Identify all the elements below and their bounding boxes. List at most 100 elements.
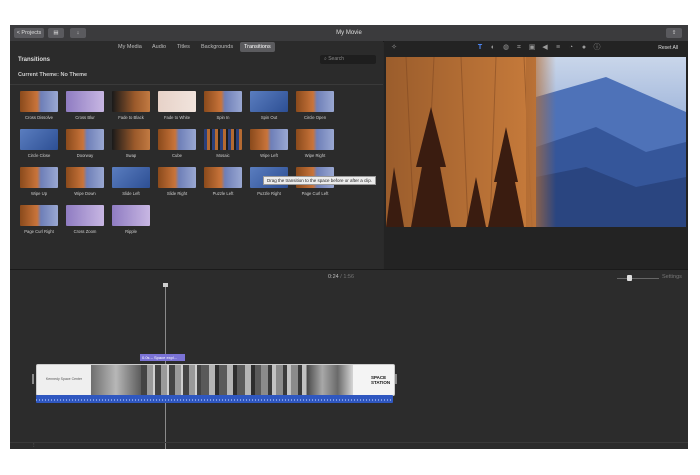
- zoom-slider-knob[interactable]: [627, 275, 633, 281]
- clip-frame: [201, 365, 261, 395]
- info-icon[interactable]: ⓘ: [593, 44, 601, 52]
- volume-icon[interactable]: ◀: [541, 44, 549, 52]
- transition-thumbnail: [66, 205, 104, 226]
- zoom-slider-track[interactable]: [617, 278, 659, 279]
- clip-frame: [141, 365, 201, 395]
- transition-thumbnail: [250, 91, 288, 112]
- transition-tile[interactable]: Cube: [156, 129, 198, 158]
- search-icon: ⌕: [324, 56, 327, 62]
- color-balance-icon[interactable]: ◐: [489, 44, 497, 52]
- tab-audio[interactable]: Audio: [152, 42, 166, 52]
- magic-wand-icon[interactable]: ✧: [390, 44, 398, 52]
- transition-tile[interactable]: Page Curl Right: [18, 205, 60, 234]
- transition-thumbnail: [20, 129, 58, 150]
- transition-tile[interactable]: Mosaic: [202, 129, 244, 158]
- transition-tile[interactable]: Circle Open: [294, 91, 336, 120]
- transition-label: Cross Blur: [75, 115, 95, 120]
- timecode: 0:24 / 1:56: [328, 274, 355, 280]
- transition-label: Wipe Left: [260, 153, 278, 158]
- transition-tile[interactable]: Puzzle Left: [202, 167, 244, 196]
- transition-label: Puzzle Left: [212, 191, 234, 196]
- timeline-footer: ⫶: [10, 442, 688, 449]
- audio-waveform[interactable]: [36, 395, 393, 403]
- search-input[interactable]: ⌕ Search: [320, 55, 376, 64]
- transition-label: Wipe Up: [30, 191, 48, 196]
- transition-tile[interactable]: Wipe Down: [64, 167, 106, 196]
- title-tool-icon[interactable]: T: [476, 44, 484, 52]
- tab-my-media[interactable]: My Media: [118, 42, 142, 52]
- reset-all-button[interactable]: Reset All: [658, 44, 678, 52]
- transition-tile[interactable]: Wipe Left: [248, 129, 290, 158]
- transition-tile[interactable]: Slide Left: [110, 167, 152, 196]
- transition-tile[interactable]: Swap: [110, 129, 152, 158]
- transition-tile[interactable]: Fade to White: [156, 91, 198, 120]
- transition-tile[interactable]: Cross Blur: [64, 91, 106, 120]
- video-clip[interactable]: Kennedy Space Center SPACE STATION: [36, 364, 395, 396]
- transition-thumbnail: [204, 129, 242, 150]
- audio-meter-icon: ⫶: [33, 443, 35, 449]
- transition-tile[interactable]: Wipe Up: [18, 167, 60, 196]
- transition-label: Circle Close: [27, 153, 51, 158]
- viewer-toolbar: ✧ T ◐ ◍ ⌗ ▣ ◀ ≡ ◔ ● ⓘ Reset All: [384, 41, 688, 55]
- transition-label: Cross Zoom: [73, 229, 97, 234]
- crop-icon[interactable]: ⌗: [515, 44, 523, 52]
- transition-thumbnail: [20, 167, 58, 188]
- transition-thumbnail: [296, 91, 334, 112]
- transition-thumbnail: [158, 91, 196, 112]
- stabilization-icon[interactable]: ▣: [528, 44, 536, 52]
- transition-label: Fade to Black: [118, 115, 144, 120]
- playhead-handle[interactable]: [163, 283, 168, 287]
- transition-tile[interactable]: Circle Close: [18, 129, 60, 158]
- clip-frame: [91, 365, 141, 395]
- timeline-settings-button[interactable]: Settings: [662, 274, 682, 280]
- transition-thumbnail: [20, 205, 58, 226]
- transition-label: Spin In: [216, 115, 230, 120]
- transition-tile[interactable]: Slide Right: [156, 167, 198, 196]
- transition-thumbnail: [112, 167, 150, 188]
- transition-thumbnail: [250, 129, 288, 150]
- tab-backgrounds[interactable]: Backgrounds: [201, 42, 233, 52]
- transition-tile[interactable]: Spin In: [202, 91, 244, 120]
- clip-frame: [307, 365, 353, 395]
- transition-thumbnail: [296, 129, 334, 150]
- transition-thumbnail: [204, 91, 242, 112]
- transition-label: Circle Open: [303, 115, 327, 120]
- waveform: [36, 399, 393, 401]
- color-correction-icon[interactable]: ◍: [502, 44, 510, 52]
- transition-tile[interactable]: Cross Dissolve: [18, 91, 60, 120]
- transition-thumbnail: [66, 167, 104, 188]
- transition-label: Ripple: [125, 229, 137, 234]
- transition-tile[interactable]: Spin Out: [248, 91, 290, 120]
- clip-title-tag[interactable]: 0.0s – Space expl...: [140, 354, 185, 361]
- tab-transitions[interactable]: Transitions: [240, 42, 275, 52]
- transition-label: Swap: [125, 153, 137, 158]
- equalizer-icon[interactable]: ≡: [554, 44, 562, 52]
- transition-label: Cube: [171, 153, 182, 158]
- transition-tile[interactable]: Doorway: [64, 129, 106, 158]
- transition-thumbnail: [66, 129, 104, 150]
- total-time: 1:56: [343, 274, 355, 280]
- transition-thumbnail: [66, 91, 104, 112]
- transition-thumbnail: [158, 167, 196, 188]
- clip-trim-handle-left[interactable]: [32, 374, 34, 384]
- transition-tile[interactable]: Fade to Black: [110, 91, 152, 120]
- clip-trim-handle-right[interactable]: [395, 374, 397, 384]
- search-placeholder: Search: [328, 56, 345, 62]
- browser-tabs: My Media Audio Titles Backgrounds Transi…: [10, 41, 383, 53]
- timeline: 0:24 / 1:56 Settings 0.0s – Space expl..…: [10, 269, 688, 449]
- transition-thumbnail: [112, 91, 150, 112]
- transition-thumbnail: [112, 129, 150, 150]
- transition-tile[interactable]: Cross Zoom: [64, 205, 106, 234]
- speed-icon[interactable]: ◔: [567, 44, 575, 52]
- transition-tile[interactable]: Ripple: [110, 205, 152, 234]
- clip-filter-icon[interactable]: ●: [580, 44, 588, 52]
- title-frame: Kennedy Space Center: [37, 365, 91, 395]
- tab-titles[interactable]: Titles: [177, 42, 190, 52]
- transition-label: Page Curl Right: [24, 229, 54, 234]
- logo-frame: SPACE STATION: [353, 365, 394, 395]
- imovie-window: < Projects ▤ ↓ My Movie ⇪ My Media Audio…: [10, 25, 688, 449]
- divider: [10, 84, 383, 85]
- transition-tile[interactable]: Wipe Right: [294, 129, 336, 158]
- logo-text: SPACE STATION: [371, 375, 391, 385]
- share-icon[interactable]: ⇪: [666, 28, 682, 38]
